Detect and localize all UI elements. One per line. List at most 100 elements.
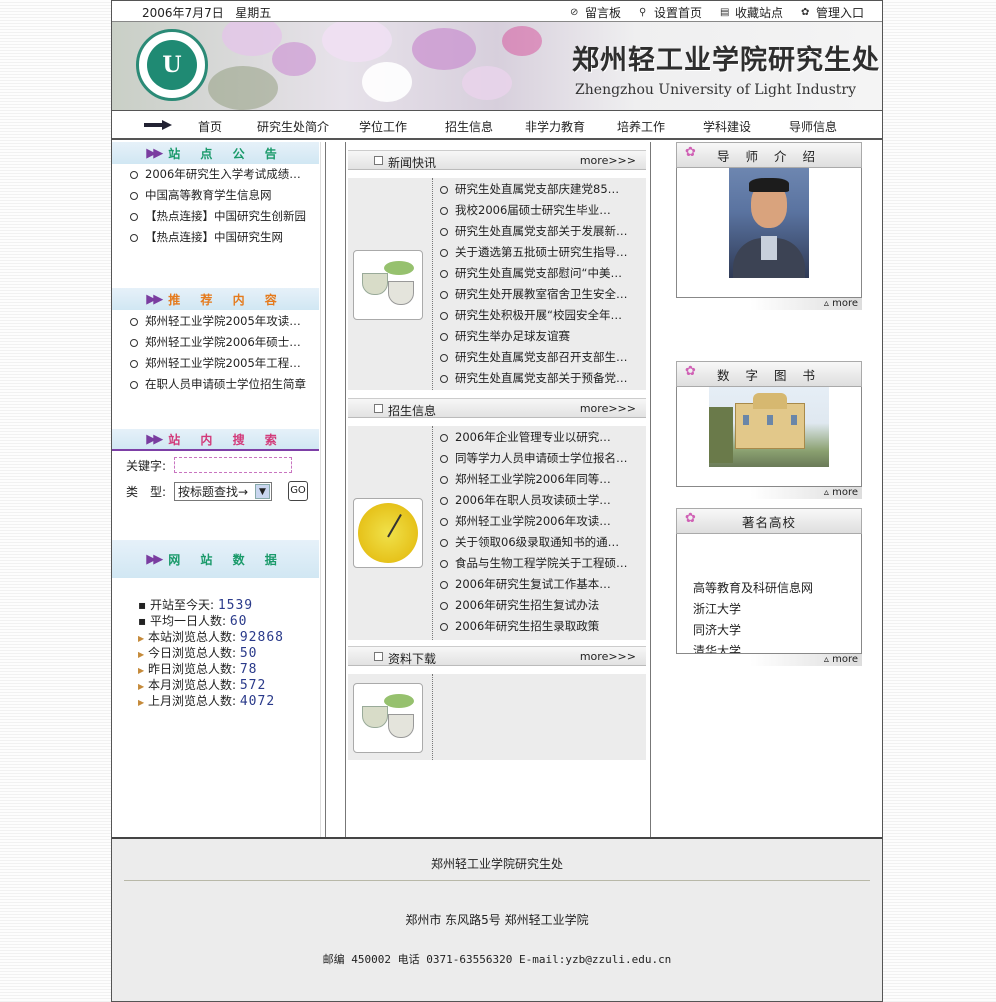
list-item[interactable]: 研究生处积极开展“校园安全年… [440,305,646,326]
bullet-icon [440,580,448,589]
bookmark-link[interactable]: ▤ 收藏站点 [720,4,783,21]
list-item[interactable]: 研究生处直属党支部庆建党85… [440,179,646,200]
list-item[interactable]: 郑州轻工业学院2006年同等… [440,469,646,490]
arrow-right-icon [144,120,172,130]
chevron-down-icon: ▼ [255,483,270,499]
bullet-icon [130,380,138,389]
left-column: ▶▶ 站 点 公 告 2006年研究生入学考试成绩… 中国高等教育学生信息网 【热… [112,142,320,724]
bullet-icon [130,338,138,347]
list-item[interactable]: 研究生处直属党支部慰问“中美… [440,263,646,284]
list-item[interactable]: 郑州轻工业学院2006年硕士… [130,332,320,353]
downloads-more-link[interactable]: more>>> [580,650,636,663]
search-header: ▶▶ 站 内 搜 索 [112,429,319,451]
bullet-icon [440,248,448,257]
stat-row: ▶ 上月浏览总人数: 4072 [138,694,276,709]
list-item[interactable]: 研究生举办足球友谊赛 [440,326,646,347]
school-link[interactable]: 同济大学 [693,621,813,642]
nav-training[interactable]: 培养工作 [617,118,665,135]
bullet-icon [440,433,448,442]
bullet-icon [440,311,448,320]
school-link[interactable]: 浙江大学 [693,600,813,621]
university-logo: U [136,29,208,101]
header-banner: U 郑州轻工业学院研究生处 Zhengzhou University of Li… [112,22,882,110]
play-icon [374,652,383,661]
nav-admissions[interactable]: 招生信息 [445,118,493,135]
list-item[interactable]: 2006年企业管理专业以研究… [440,427,646,448]
nav-home[interactable]: 首页 [198,118,222,135]
list-item[interactable]: 2006年研究生招生复试办法 [440,595,646,616]
main-nav: 首页 研究生处简介 学位工作 招生信息 非学力教育 培养工作 学科建设 导师信息 [112,110,882,140]
bullet-icon [440,206,448,215]
tea-cup-image [353,250,423,320]
footer-contact: 邮编 450002 电话 0371-63556320 E-mail:yzb@zz… [322,953,672,966]
play-icon [374,156,383,165]
list-item[interactable]: 在职人员申请硕士学位招生简章 [130,374,320,395]
tutor-photo[interactable] [729,168,809,278]
list-item[interactable]: 2006年在职人员攻读硕士学… [440,490,646,511]
stat-row: ▪ 开站至今天: 1539 [138,598,254,613]
bullet-icon [440,227,448,236]
guestbook-link[interactable]: ⊘ 留言板 [570,4,621,21]
stat-row: ▶ 本站浏览总人数: 92868 [138,630,284,645]
recommend-list: 郑州轻工业学院2005年攻读… 郑州轻工业学院2006年硕士… 郑州轻工业学院2… [130,311,320,395]
list-item[interactable]: 研究生处直属党支部召开支部生… [440,347,646,368]
schools-panel: 高等教育及科研信息网 浙江大学 同济大学 清华大学 [676,534,862,654]
schools-more-link[interactable]: ▵ more [676,654,862,666]
flower-icon: ✿ [685,145,696,160]
library-more-link[interactable]: ▵ more [676,487,862,499]
list-item[interactable]: 关于领取06级录取通知书的通… [440,532,646,553]
set-homepage-link[interactable]: ⚲ 设置首页 [639,4,702,21]
search-input[interactable] [174,457,292,473]
list-item[interactable]: 【热点连接】中国研究生创新园 [130,206,320,227]
notice-header: ▶▶ 站 点 公 告 [112,142,319,164]
stat-row: ▶ 本月浏览总人数: 572 [138,678,267,693]
list-item[interactable]: 同等学力人员申请硕士学位报名… [440,448,646,469]
list-item[interactable]: 2006年研究生复试工作基本… [440,574,646,595]
downloads-panel [348,674,646,760]
list-item[interactable]: 研究生处开展教室宿舍卫生安全… [440,284,646,305]
nav-non-degree-education[interactable]: 非学力教育 [525,118,585,135]
play-icon [374,404,383,413]
stat-row: ▶ 今日浏览总人数: 50 [138,646,258,661]
list-item[interactable]: 郑州轻工业学院2005年攻读… [130,311,320,332]
list-item[interactable]: 研究生处直属党支部关于发展新… [440,221,646,242]
list-item[interactable]: 关于遴选第五批硕士研究生指导… [440,242,646,263]
list-item[interactable]: 郑州轻工业学院2005年工程… [130,353,320,374]
site-subtitle: Zhengzhou University of Light Industry [575,82,856,98]
school-link[interactable]: 清华大学 [693,642,813,653]
nav-tutor-info[interactable]: 导师信息 [789,118,837,135]
list-item[interactable]: 郑州轻工业学院2006年攻读… [440,511,646,532]
list-item[interactable]: 食品与生物工程学院关于工程硕… [440,553,646,574]
list-item[interactable]: 2006年研究生招生录取政策 [440,616,646,637]
list-item[interactable]: 【热点连接】中国研究生网 [130,227,320,248]
bullet-icon [440,374,448,383]
list-item[interactable]: 我校2006届硕士研究生毕业… [440,200,646,221]
news-list: 研究生处直属党支部庆建党85… 我校2006届硕士研究生毕业… 研究生处直属党支… [440,179,646,389]
admissions-header: 招生信息 more>>> [348,398,646,418]
list-item[interactable]: 中国高等教育学生信息网 [130,185,320,206]
go-button[interactable]: GO [288,481,308,501]
stat-row: ▶ 昨日浏览总人数: 78 [138,662,258,677]
search-type-select[interactable]: 按标题查找→ ▼ [174,481,272,501]
schools-header: ✿ 著名高校 [676,508,862,534]
list-item[interactable]: 2006年研究生入学考试成绩… [130,164,320,185]
library-building-image[interactable] [709,387,829,467]
bullet-icon [130,212,138,221]
tutor-more-link[interactable]: ▵ more [676,298,862,310]
nav-discipline[interactable]: 学科建设 [703,118,751,135]
news-more-link[interactable]: more>>> [580,154,636,167]
search-form: 关键字: 类 型: 按标题查找→ ▼ GO [126,456,308,504]
bullet-icon [440,269,448,278]
admissions-more-link[interactable]: more>>> [580,402,636,415]
bullet-icon [130,233,138,242]
tea-cup-image [353,683,423,753]
nav-degree-work[interactable]: 学位工作 [359,118,407,135]
site-title: 郑州轻工业学院研究生处 [572,45,880,76]
bullet-icon [440,475,448,484]
admin-login-link[interactable]: ✿ 管理入口 [801,4,864,21]
school-link[interactable]: 高等教育及科研信息网 [693,579,813,600]
list-item[interactable]: 研究生处直属党支部关于预备党… [440,368,646,389]
nav-office-intro[interactable]: 研究生处简介 [257,118,329,135]
bullet-icon [440,290,448,299]
news-header: 新闻快讯 more>>> [348,150,646,170]
